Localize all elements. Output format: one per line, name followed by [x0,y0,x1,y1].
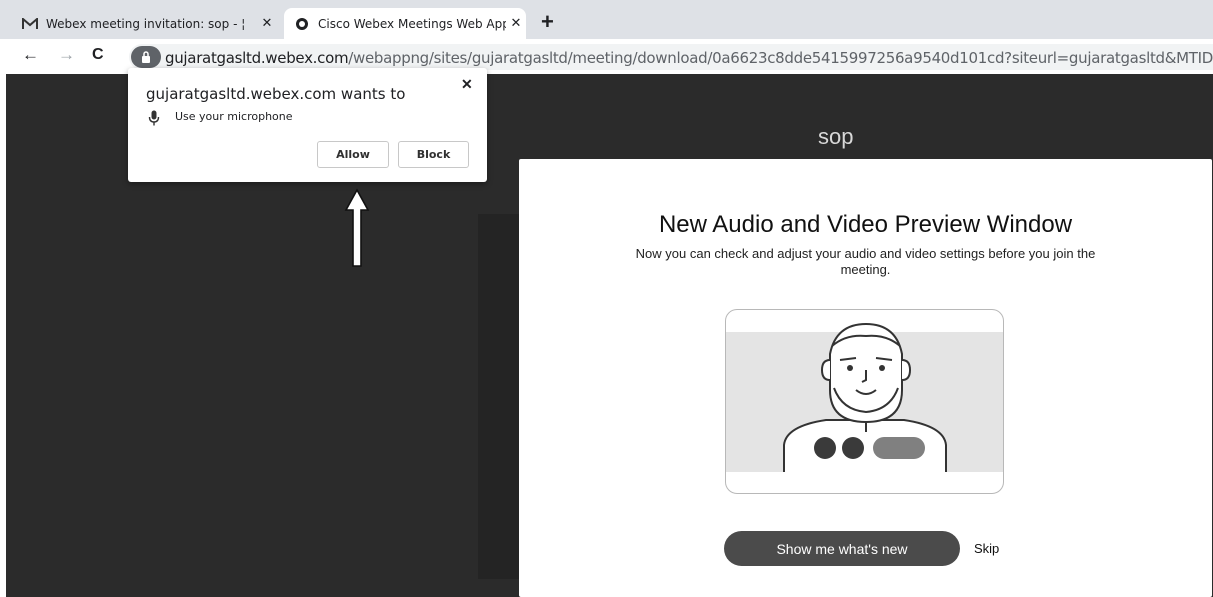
block-button[interactable]: Block [398,141,469,168]
meeting-title: sop [818,124,854,149]
webex-icon [294,16,310,32]
url-path: /webappng/sites/gujaratgasltd/meeting/do… [348,49,1213,67]
tab-label: Webex meeting invitation: sop - ¦ [46,16,246,31]
skip-link[interactable]: Skip [974,541,999,556]
tab-webex[interactable]: Cisco Webex Meetings Web App ✕ [284,8,526,39]
allow-button[interactable]: Allow [317,141,389,168]
forward-button[interactable]: → [58,45,75,65]
url-host: gujaratgasltd.webex.com [165,49,349,67]
permission-popup: gujaratgasltd.webex.com wants to ✕ Use y… [128,68,487,182]
microphone-icon [148,110,160,126]
tab-close-icon[interactable]: ✕ [506,16,526,31]
lock-icon[interactable] [131,46,161,68]
url-text[interactable]: gujaratgasltd.webex.com/webappng/sites/g… [165,49,1213,67]
modal-subtitle: Now you can check and adjust your audio … [635,246,1096,277]
permission-title: gujaratgasltd.webex.com wants to [146,85,406,103]
reload-button[interactable]: C [92,46,104,64]
tab-close-icon[interactable]: ✕ [257,16,277,31]
tab-gmail[interactable]: Webex meeting invitation: sop - ¦ ✕ [22,8,277,39]
tab-label: Cisco Webex Meetings Web App [318,16,506,31]
permission-request-text: Use your microphone [175,110,293,123]
tab-strip: Webex meeting invitation: sop - ¦ ✕ Cisc… [0,0,1213,39]
gmail-icon [22,16,38,32]
new-tab-button[interactable]: + [541,11,554,33]
avatar-icon [783,322,947,472]
show-me-whats-new-button[interactable]: Show me what's new [724,531,960,566]
preview-modal: New Audio and Video Preview Window Now y… [519,159,1212,597]
avatar-illustration [725,309,1004,494]
modal-title: New Audio and Video Preview Window [658,211,1073,238]
close-icon[interactable]: ✕ [461,76,473,93]
annotation-arrow-icon [344,188,370,267]
back-button[interactable]: ← [22,45,39,65]
